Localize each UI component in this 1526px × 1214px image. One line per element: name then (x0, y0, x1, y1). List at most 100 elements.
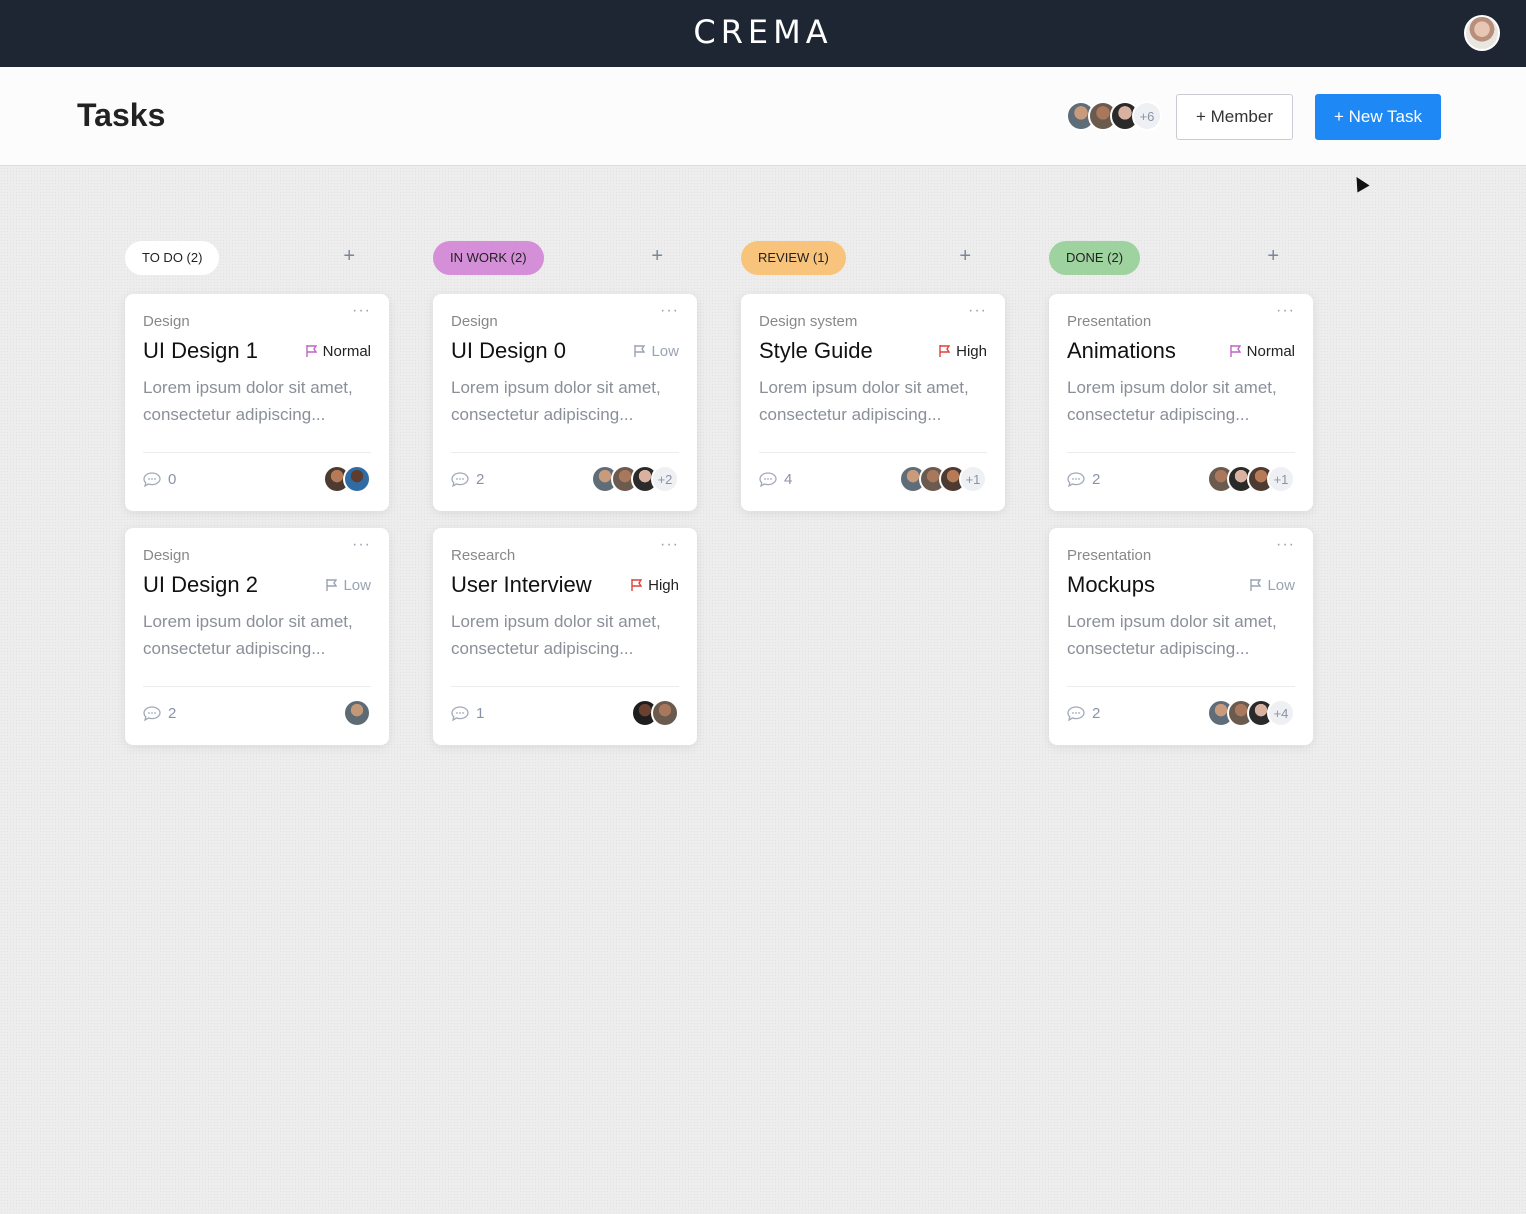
avatar-more-count: +6 (1132, 101, 1162, 131)
user-avatar[interactable] (1464, 15, 1500, 51)
new-task-button[interactable]: + New Task (1315, 94, 1441, 140)
assignee-avatars[interactable]: +4 (1207, 699, 1295, 727)
task-description: Lorem ipsum dolor sit amet, consectetur … (451, 378, 661, 424)
flag-icon (939, 345, 951, 357)
task-title: Mockups (1067, 572, 1156, 597)
task-category: Design system (759, 313, 858, 330)
assignee-avatars[interactable] (631, 699, 679, 727)
priority-label: Normal (322, 342, 371, 360)
task-board: TO DO (2) + ··· Design UI Design 1 Norma… (0, 167, 1526, 1214)
priority-label: Normal (1246, 342, 1295, 360)
comment-count[interactable]: 2 (1067, 471, 1100, 488)
task-title: UI Design 2 (143, 572, 258, 597)
assignee-avatars[interactable]: +1 (1207, 465, 1295, 493)
page-title: Tasks (77, 97, 166, 133)
comment-icon (451, 471, 469, 487)
task-category: Presentation (1067, 547, 1152, 564)
brand-logo: CREMA (693, 13, 833, 51)
assignee-avatars[interactable] (323, 465, 371, 493)
comment-count-label: 1 (476, 704, 485, 722)
task-card[interactable]: ··· Design UI Design 1 Normal Lorem ipsu… (125, 294, 389, 511)
top-app-bar: CREMA (0, 0, 1526, 67)
priority-tag: Low (326, 577, 371, 594)
task-category: Design (143, 313, 190, 330)
more-options-icon[interactable]: ··· (660, 536, 679, 554)
task-category: Design (143, 547, 190, 564)
comment-icon (1067, 471, 1085, 487)
comment-icon (759, 471, 777, 487)
priority-tag: High (631, 577, 679, 594)
add-card-button[interactable]: + (1267, 245, 1279, 268)
column-status-pill: IN WORK (2) (433, 241, 544, 275)
comment-count[interactable]: 2 (143, 705, 176, 722)
comment-icon (1067, 705, 1085, 721)
task-description: Lorem ipsum dolor sit amet, consectetur … (759, 378, 969, 424)
more-options-icon[interactable]: ··· (352, 302, 371, 320)
avatar (343, 465, 371, 493)
avatar-more-count: +4 (1267, 699, 1295, 727)
comment-count-label: 2 (168, 704, 177, 722)
divider (1067, 452, 1295, 453)
divider (143, 452, 371, 453)
flag-icon (326, 579, 338, 591)
assignee-avatars[interactable]: +2 (591, 465, 679, 493)
task-description: Lorem ipsum dolor sit amet, consectetur … (1067, 612, 1277, 658)
task-title: Style Guide (759, 338, 873, 363)
priority-label: Low (343, 576, 371, 594)
assignee-avatars[interactable] (343, 699, 371, 727)
comment-count-label: 2 (1092, 704, 1101, 722)
priority-label: High (648, 576, 679, 594)
flag-icon (631, 579, 643, 591)
priority-label: Low (651, 342, 679, 360)
comment-count[interactable]: 0 (143, 471, 176, 488)
task-description: Lorem ipsum dolor sit amet, consectetur … (1067, 378, 1277, 424)
task-card[interactable]: ··· Design UI Design 2 Low Lorem ipsum d… (125, 528, 389, 745)
comment-icon (143, 705, 161, 721)
divider (451, 686, 679, 687)
more-options-icon[interactable]: ··· (660, 302, 679, 320)
task-description: Lorem ipsum dolor sit amet, consectetur … (451, 612, 661, 658)
flag-icon (1229, 345, 1241, 357)
column-status-pill: REVIEW (1) (741, 241, 846, 275)
column-status-pill: DONE (2) (1049, 241, 1141, 275)
comment-count[interactable]: 4 (759, 471, 792, 488)
column-in-work: IN WORK (2) + ··· Design UI Design 0 Low… (433, 241, 697, 745)
task-title: UI Design 1 (143, 338, 258, 363)
task-description: Lorem ipsum dolor sit amet, consectetur … (143, 378, 353, 424)
comment-count[interactable]: 1 (451, 705, 484, 722)
add-member-button[interactable]: + Member (1176, 94, 1293, 140)
column-status-pill: TO DO (2) (125, 241, 220, 275)
task-category: Design (451, 313, 498, 330)
task-category: Research (451, 547, 516, 564)
avatar (651, 699, 679, 727)
more-options-icon[interactable]: ··· (352, 536, 371, 554)
task-title: UI Design 0 (451, 338, 566, 363)
divider (143, 686, 371, 687)
comment-count[interactable]: 2 (451, 471, 484, 488)
task-card[interactable]: ··· Design UI Design 0 Low Lorem ipsum d… (433, 294, 697, 511)
column-done: DONE (2) + ··· Presentation Animations N… (1049, 241, 1313, 745)
comment-count-label: 2 (1092, 470, 1101, 488)
column-todo: TO DO (2) + ··· Design UI Design 1 Norma… (125, 241, 389, 745)
comment-count-label: 0 (168, 470, 177, 488)
assignee-avatars[interactable]: +1 (899, 465, 987, 493)
priority-tag: Normal (305, 342, 371, 360)
priority-label: High (956, 342, 987, 360)
task-card[interactable]: ··· Research User Interview High Lorem i… (433, 528, 697, 745)
task-card[interactable]: ··· Presentation Mockups Low Lorem ipsum… (1049, 528, 1313, 745)
member-avatar-stack[interactable]: +6 (1066, 101, 1162, 133)
more-options-icon[interactable]: ··· (1276, 536, 1295, 554)
task-card[interactable]: ··· Presentation Animations Normal Lorem… (1049, 294, 1313, 511)
avatar-more-count: +1 (959, 465, 987, 493)
more-options-icon[interactable]: ··· (968, 302, 987, 320)
add-card-button[interactable]: + (343, 245, 355, 268)
priority-label: Low (1267, 576, 1295, 594)
comment-icon (451, 705, 469, 721)
flag-icon (305, 345, 317, 357)
more-options-icon[interactable]: ··· (1276, 302, 1295, 320)
task-title: Animations (1067, 338, 1176, 363)
comment-count[interactable]: 2 (1067, 705, 1100, 722)
task-card[interactable]: ··· Design system Style Guide High Lorem… (741, 294, 1005, 511)
add-card-button[interactable]: + (651, 245, 663, 268)
add-card-button[interactable]: + (959, 245, 971, 268)
